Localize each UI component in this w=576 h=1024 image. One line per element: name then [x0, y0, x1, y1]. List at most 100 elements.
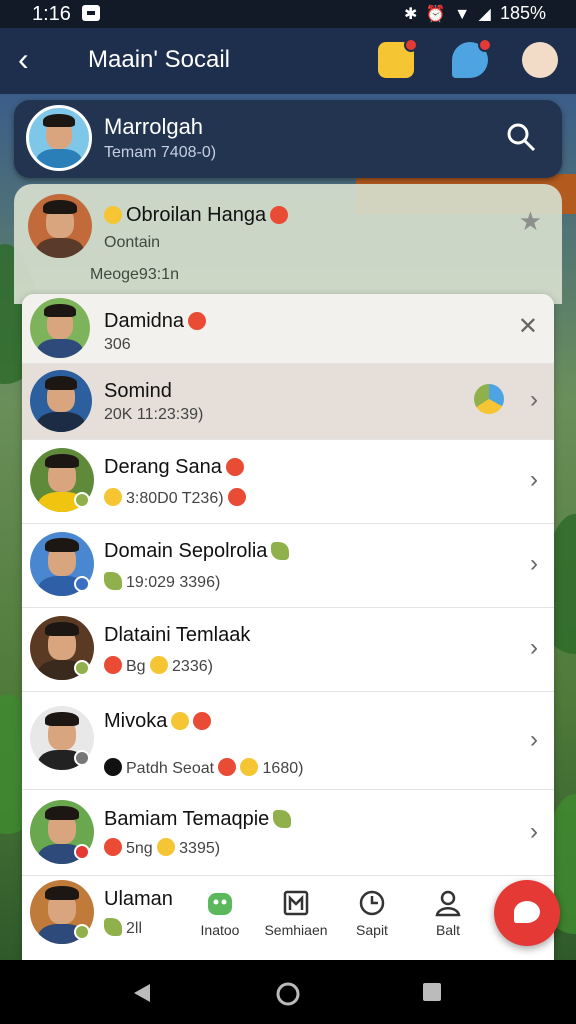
contact-name: Bamiam Temaqpie — [104, 808, 292, 831]
emoji-icon — [149, 656, 168, 674]
nav-label: Inatoo — [200, 922, 240, 938]
home-circle-icon[interactable] — [276, 982, 300, 1006]
emoji-icon — [104, 758, 122, 776]
chevron-right-icon[interactable]: › — [530, 466, 538, 494]
contact-name: Derang Sana — [104, 456, 244, 479]
profile-name: Marrolgah — [104, 114, 204, 139]
contact-name: Somind — [104, 380, 172, 402]
profile-subtitle: Temam 7408-0) — [104, 144, 217, 161]
contact-name: Domain Sepolrolia — [104, 540, 290, 563]
bottom-nav: Inatoo Semhiaen Sapit Balt — [180, 880, 490, 960]
emoji-icon — [273, 810, 292, 828]
back-arrow-icon[interactable]: ‹ — [18, 42, 29, 76]
group-subtitle: Oontain — [104, 234, 161, 251]
contact-row[interactable]: Derang Sana 3:80D0 T236) › — [22, 440, 554, 524]
emoji-icon — [271, 542, 290, 560]
emoji-icon — [188, 312, 207, 330]
emoji-icon — [156, 838, 175, 856]
contact-name: Damidna — [104, 310, 207, 333]
chat-icon[interactable] — [452, 38, 492, 78]
emoji-icon — [104, 656, 122, 674]
emoji-icon — [225, 458, 244, 476]
emoji-icon — [104, 572, 122, 590]
contact-subtitle: Patdh Seoat 1680) — [104, 758, 303, 778]
contact-row[interactable]: Damidna 306 ✕ — [22, 294, 554, 364]
chat-bubble-icon — [514, 901, 540, 923]
close-icon[interactable]: ✕ — [518, 312, 538, 341]
recents-square-icon[interactable] — [422, 982, 442, 1002]
profile-card[interactable]: Marrolgah Temam 7408-0) — [14, 100, 562, 178]
contact-subtitle: 306 — [104, 336, 131, 353]
nav-item-balt[interactable]: Balt — [410, 888, 486, 938]
chevron-right-icon[interactable]: › — [530, 818, 538, 846]
group-card[interactable]: Obroilan Hanga Oontain Meoge93:1n ★ — [14, 184, 562, 304]
emoji-icon — [218, 758, 237, 776]
chevron-right-icon[interactable]: › — [530, 726, 538, 754]
online-indicator — [74, 576, 90, 592]
contact-avatar — [30, 370, 92, 432]
smile-emoji-icon — [104, 206, 122, 224]
status-icons: ✱ ⏰ ▼ ◢ — [404, 6, 493, 23]
contact-list: Damidna 306 ✕ Somind 20K 11:23:39) › Der… — [22, 294, 554, 960]
contact-subtitle: 20K 11:23:39) — [104, 406, 204, 423]
status-bar: 1:16 ✱ ⏰ ▼ ◢ 185% — [0, 0, 576, 28]
contact-row[interactable]: Mivoka Patdh Seoat 1680) › — [22, 692, 554, 790]
star-icon[interactable]: ★ — [519, 206, 542, 237]
calendar-icon — [283, 890, 309, 916]
online-indicator — [74, 492, 90, 508]
nav-label: Semhiaen — [264, 922, 328, 938]
notes-icon[interactable] — [378, 38, 418, 78]
person-icon — [435, 890, 461, 917]
clock-icon — [359, 890, 385, 916]
chevron-right-icon[interactable]: › — [530, 550, 538, 578]
contact-subtitle: 5ng 3395) — [104, 838, 220, 858]
nav-item-inatoo[interactable]: Inatoo — [182, 888, 258, 938]
heart-emoji-icon — [270, 206, 289, 224]
nav-label: Balt — [435, 922, 461, 938]
nav-label: Sapit — [356, 922, 388, 938]
emoji-icon — [240, 758, 259, 776]
new-chat-fab[interactable] — [494, 880, 560, 946]
app-bar: ‹ Maain' Socail — [0, 28, 576, 94]
emoji-icon — [171, 712, 190, 730]
online-indicator — [74, 924, 90, 940]
contact-row[interactable]: Somind 20K 11:23:39) › — [22, 364, 554, 440]
pinwheel-icon — [474, 384, 504, 414]
group-name-text: Obroilan Hanga — [126, 204, 267, 226]
contact-subtitle: 2ll — [104, 918, 142, 938]
status-time: 1:16 — [32, 3, 71, 25]
system-nav-bar — [0, 960, 576, 1024]
contact-subtitle: Bg 2336) — [104, 656, 213, 676]
contact-subtitle: 3:80D0 T236) — [104, 488, 246, 508]
contact-row[interactable]: Bamiam Temaqpie 5ng 3395) › — [22, 790, 554, 876]
contact-subtitle: 19:029 3396) — [104, 572, 220, 592]
contact-name: Dlataini Temlaak — [104, 624, 251, 646]
nav-item-sapit[interactable]: Sapit — [334, 888, 410, 938]
contact-avatar — [30, 298, 90, 358]
group-name: Obroilan Hanga — [104, 204, 289, 227]
back-triangle-icon[interactable] — [130, 982, 152, 1004]
chat-badge — [478, 38, 492, 52]
profile-menu-icon[interactable] — [522, 42, 558, 78]
online-indicator — [74, 844, 90, 860]
emoji-icon — [104, 918, 122, 936]
contact-row[interactable]: Dlataini Temlaak Bg 2336) › — [22, 608, 554, 692]
emoji-icon — [104, 488, 122, 506]
online-indicator — [74, 750, 90, 766]
contact-row[interactable]: Domain Sepolrolia 19:029 3396) › — [22, 524, 554, 608]
app-title: Maain' Socail — [88, 46, 230, 73]
group-avatar — [28, 194, 92, 258]
chevron-right-icon[interactable]: › — [530, 634, 538, 662]
nav-item-semhiaen[interactable]: Semhiaen — [258, 888, 334, 938]
online-indicator — [74, 660, 90, 676]
profile-avatar — [26, 105, 92, 171]
notification-icon — [82, 5, 100, 21]
emoji-icon — [193, 712, 212, 730]
group-message: Meoge93:1n — [90, 266, 179, 283]
notes-badge — [404, 38, 418, 52]
emoji-icon — [104, 838, 122, 856]
chevron-right-icon[interactable]: › — [530, 386, 538, 414]
search-icon[interactable] — [506, 122, 536, 152]
contact-name: Ulaman — [104, 888, 173, 910]
contact-name: Mivoka — [104, 710, 212, 733]
